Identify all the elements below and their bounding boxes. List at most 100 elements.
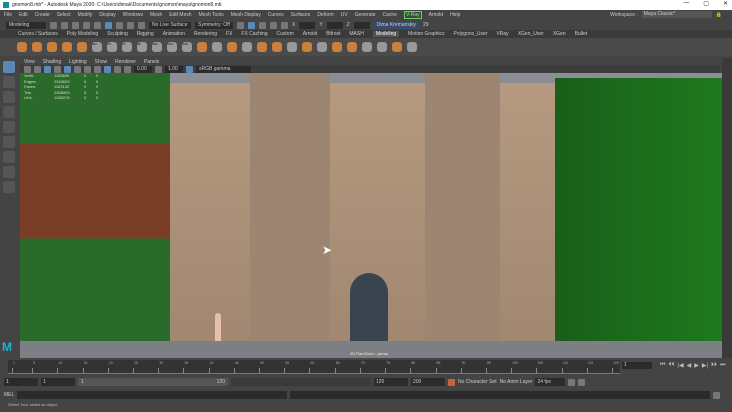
smooth-shade-icon[interactable]: [64, 65, 71, 73]
shelf-tab[interactable]: XGen: [553, 31, 566, 37]
shelf-tab[interactable]: Poly Modeling: [67, 31, 98, 37]
bevel-icon[interactable]: [257, 42, 267, 52]
menu-help[interactable]: Help: [450, 12, 460, 18]
four-view-layout-icon[interactable]: [3, 166, 15, 178]
viewport-persp[interactable]: Verts: 1165609 0 0 Edges: 2343609 0 0 Faces: 11…: [20, 73, 722, 358]
lock-icon[interactable]: 🔒: [716, 12, 722, 18]
bend-icon[interactable]: [362, 42, 372, 52]
shelf-tab[interactable]: Rendering: [194, 31, 217, 37]
panel-menu-lighting[interactable]: Lighting: [69, 59, 87, 65]
step-forward-frame-button[interactable]: ▶|: [702, 362, 708, 369]
render-icon[interactable]: [248, 21, 255, 29]
render-view-icon[interactable]: [237, 21, 244, 29]
script-editor-icon[interactable]: [713, 391, 721, 399]
bridge-icon[interactable]: [272, 42, 282, 52]
start-time-field[interactable]: 1: [4, 378, 38, 386]
menu-display[interactable]: Display: [99, 12, 115, 18]
single-perspective-layout-icon[interactable]: [3, 151, 15, 163]
render-settings-icon[interactable]: [270, 21, 277, 29]
menu-create[interactable]: Create: [35, 12, 50, 18]
combine-icon[interactable]: [197, 42, 207, 52]
go-to-start-button[interactable]: ⏮: [660, 362, 665, 369]
menu-vray[interactable]: V-Ray: [403, 11, 422, 19]
y-field[interactable]: [326, 21, 343, 29]
paint-select-icon[interactable]: [3, 91, 15, 103]
xray-icon[interactable]: [114, 65, 121, 73]
lights-icon[interactable]: [84, 65, 91, 73]
go-to-end-button[interactable]: ⏭: [720, 362, 725, 369]
shelf-tab[interactable]: FX Caching: [241, 31, 267, 37]
poly-sphere-icon[interactable]: [17, 42, 27, 52]
shelf-script-cp[interactable]: CP: [107, 42, 117, 52]
multi-cut-icon[interactable]: [302, 42, 312, 52]
shelf-tab[interactable]: VRay: [496, 31, 508, 37]
uv-editor-icon[interactable]: [377, 42, 387, 52]
panel-menu-show[interactable]: Show: [95, 59, 108, 65]
z-field[interactable]: [353, 21, 370, 29]
sound-icon[interactable]: [578, 378, 586, 386]
playback-end-field[interactable]: 120: [374, 378, 408, 386]
shelf-tab[interactable]: Curves / Surfaces: [18, 31, 58, 37]
color-management-icon[interactable]: [186, 65, 193, 73]
snap-curve-icon[interactable]: [127, 21, 134, 29]
shelf-tab[interactable]: MASH: [349, 31, 363, 37]
undo-icon[interactable]: [83, 21, 90, 29]
poly-plane-icon[interactable]: [62, 42, 72, 52]
menu-select[interactable]: Select: [57, 12, 71, 18]
poly-cylinder-icon[interactable]: [47, 42, 57, 52]
panel-menu-renderer[interactable]: Renderer: [115, 59, 136, 65]
poly-cube-icon[interactable]: [32, 42, 42, 52]
shelf-tab[interactable]: Motion Graphics: [408, 31, 444, 37]
panel-menu-shading[interactable]: Shading: [43, 59, 61, 65]
anim-layer-dropdown[interactable]: No Anim Layer: [500, 379, 533, 385]
lasso-tool-icon[interactable]: [3, 76, 15, 88]
isolate-select-icon[interactable]: [104, 65, 111, 73]
outliner-layout-icon[interactable]: [3, 181, 15, 193]
workspace-dropdown[interactable]: Maya Classic*: [641, 11, 712, 18]
camera-icon[interactable]: [24, 65, 31, 73]
shelf-script-mirror[interactable]: Mirr: [92, 42, 102, 52]
menu-mesh[interactable]: Mesh: [150, 12, 162, 18]
shelf-script-mat[interactable]: MAT: [167, 42, 177, 52]
shelf-tab[interactable]: Rigging: [137, 31, 154, 37]
range-slider-track[interactable]: [231, 378, 371, 386]
shelf-tab[interactable]: Animation: [163, 31, 185, 37]
scale-tool-icon[interactable]: [3, 136, 15, 148]
shelf-script-ft[interactable]: FT: [122, 42, 132, 52]
bookmark-icon[interactable]: [34, 65, 41, 73]
snap-grid-icon[interactable]: [116, 21, 123, 29]
shelf-tab[interactable]: Bifrost: [326, 31, 340, 37]
move-tool-icon[interactable]: [3, 106, 15, 118]
step-forward-key-button[interactable]: ⏵⏵: [711, 362, 717, 369]
menu-uv[interactable]: UV: [341, 12, 348, 18]
poly-torus-icon[interactable]: [77, 42, 87, 52]
step-back-key-button[interactable]: ⏴⏴: [668, 362, 674, 369]
panel-menu-view[interactable]: View: [24, 59, 35, 65]
menu-edit[interactable]: Edit: [19, 12, 28, 18]
extrude-icon[interactable]: [287, 42, 297, 52]
menu-modify[interactable]: Modify: [78, 12, 93, 18]
shelf-tab[interactable]: Polygons_User: [454, 31, 488, 37]
shelf-tab[interactable]: Bullet: [575, 31, 588, 37]
command-input[interactable]: [17, 391, 288, 399]
target-weld-icon[interactable]: [317, 42, 327, 52]
smooth-icon[interactable]: [242, 42, 252, 52]
shelf-tab[interactable]: Arnold: [303, 31, 317, 37]
workspace-selector[interactable]: Workspace : Maya Classic* 🔒: [610, 11, 722, 18]
maximize-button[interactable]: ▢: [703, 0, 709, 7]
view-transform-dropdown[interactable]: sRGB gamma: [196, 65, 251, 73]
extract-icon[interactable]: [227, 42, 237, 52]
shadows-icon[interactable]: [94, 65, 101, 73]
shelf-script-mir[interactable]: MIR: [152, 42, 162, 52]
menu-file[interactable]: File: [4, 12, 12, 18]
redo-icon[interactable]: [94, 21, 101, 29]
textured-icon[interactable]: [74, 65, 81, 73]
shelf-tab[interactable]: FX: [226, 31, 232, 37]
ipr-icon[interactable]: [259, 21, 266, 29]
symmetry-dropdown[interactable]: Symmetry: Off: [195, 21, 233, 29]
play-backwards-button[interactable]: ◀: [687, 362, 692, 369]
menu-arnold[interactable]: Arnold: [429, 12, 443, 18]
auto-key-icon[interactable]: [448, 378, 455, 386]
shelf-tab[interactable]: Custom: [277, 31, 294, 37]
gamma-field[interactable]: 1.00: [165, 65, 183, 73]
